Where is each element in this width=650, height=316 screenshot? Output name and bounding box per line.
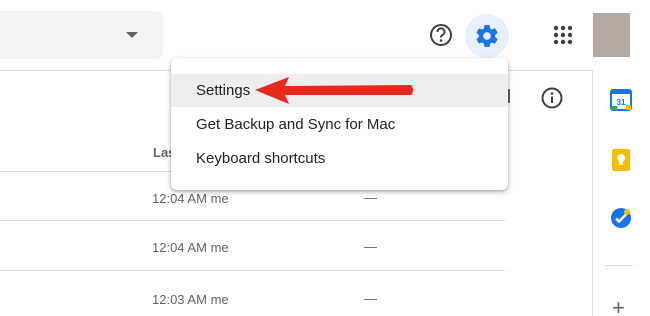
keep-app[interactable] <box>609 148 633 172</box>
menu-item-keyboard-shortcuts[interactable]: Keyboard shortcuts <box>171 142 508 175</box>
menu-item-backup-sync[interactable]: Get Backup and Sync for Mac <box>171 108 508 141</box>
settings-button[interactable] <box>465 14 509 58</box>
info-icon <box>541 87 563 109</box>
keep-icon <box>612 149 630 171</box>
search-box[interactable] <box>0 11 163 59</box>
add-app-button[interactable]: + <box>612 297 625 316</box>
apps-button[interactable] <box>549 21 577 49</box>
help-circle-icon <box>430 24 452 46</box>
row-modified: 12:03 AM me <box>152 292 229 307</box>
info-button[interactable] <box>538 84 566 112</box>
row-size: — <box>364 190 377 205</box>
row-divider <box>0 270 505 271</box>
calendar-app[interactable]: 31 <box>609 88 633 112</box>
row-size: — <box>364 291 377 306</box>
calendar-icon: 31 <box>610 89 632 111</box>
side-panel-separator <box>605 265 633 266</box>
avatar[interactable] <box>593 13 630 57</box>
help-button[interactable] <box>425 18 457 52</box>
gear-icon <box>476 25 498 47</box>
row-divider <box>0 220 505 221</box>
tasks-app[interactable] <box>609 206 633 230</box>
annotation-arrow-icon <box>255 77 413 104</box>
caret-down-icon[interactable] <box>126 32 138 38</box>
svg-text:31: 31 <box>617 98 626 107</box>
row-modified: 12:04 AM me <box>152 240 229 255</box>
row-size: — <box>364 239 377 254</box>
tasks-icon <box>611 208 631 228</box>
side-panel-divider <box>592 70 593 316</box>
row-modified: 12:04 AM me <box>152 191 229 206</box>
apps-grid-icon <box>553 25 573 45</box>
